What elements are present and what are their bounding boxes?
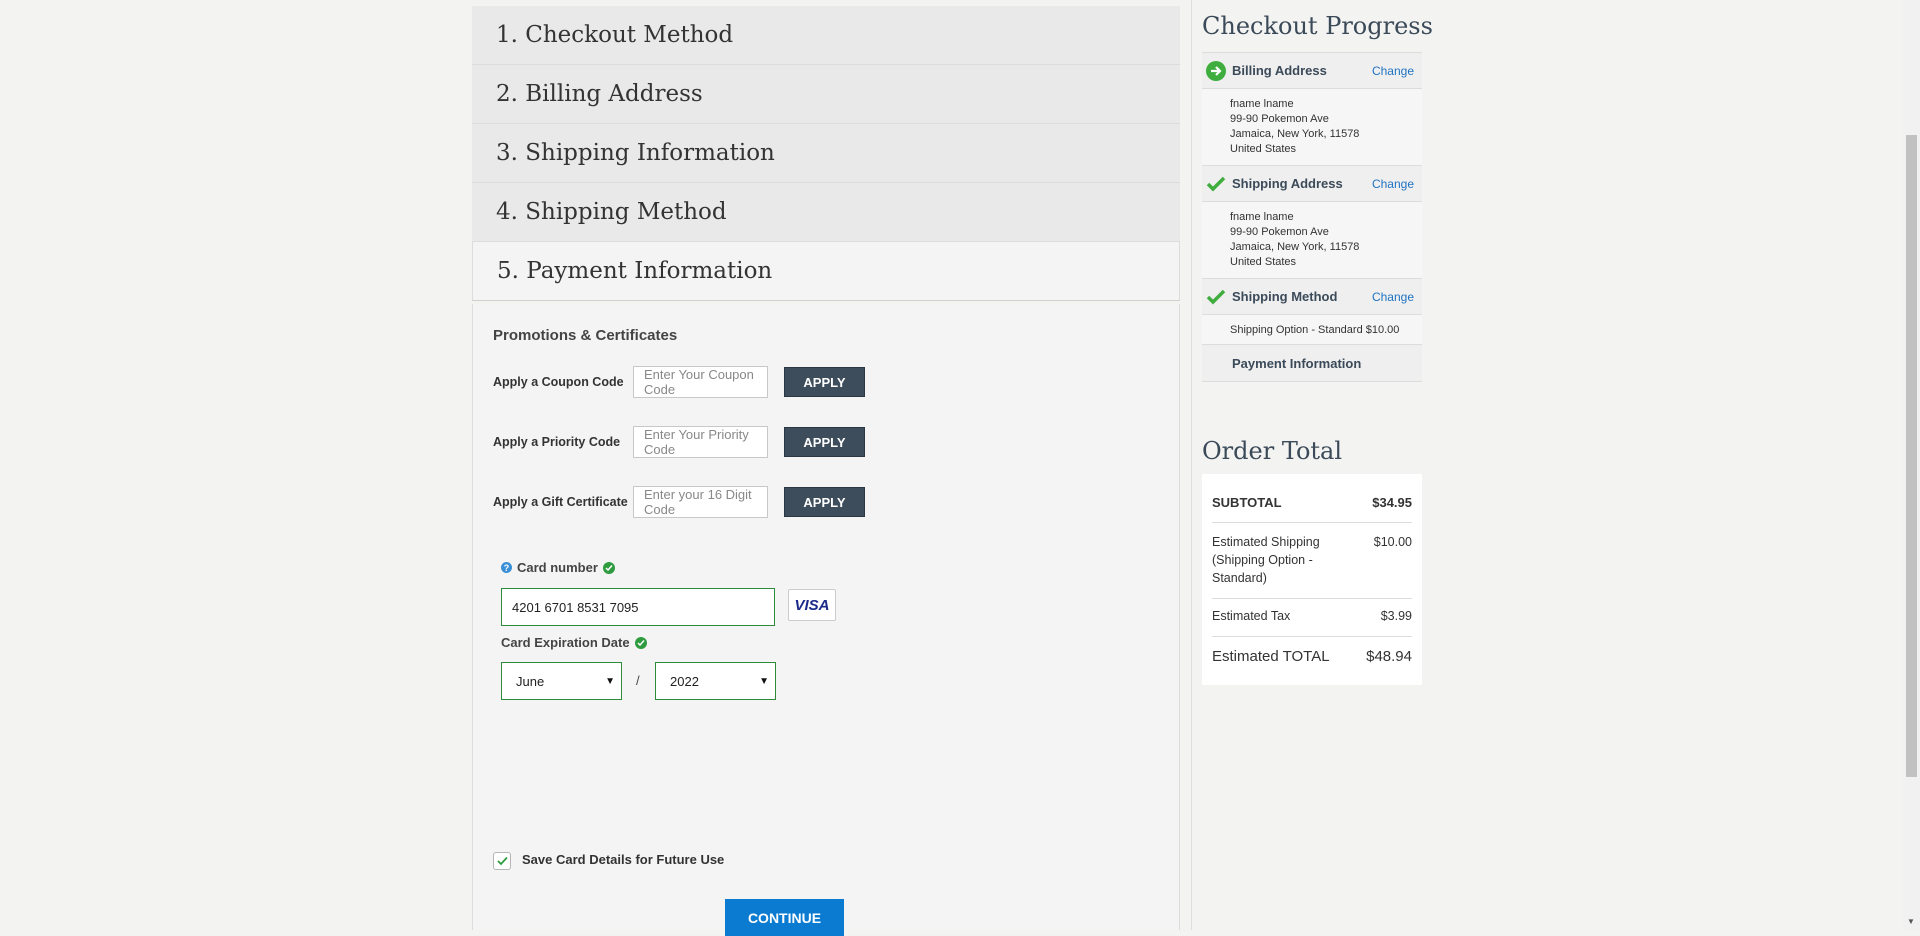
coupon-input[interactable]: Enter Your Coupon Code — [633, 366, 768, 398]
gift-label: Apply a Gift Certificate — [493, 495, 628, 509]
checkmark-icon — [496, 856, 508, 866]
change-shipping-method-link[interactable]: Change — [1372, 290, 1414, 304]
change-billing-link[interactable]: Change — [1372, 64, 1414, 78]
dropdown-arrow-icon: ▼ — [759, 676, 769, 687]
shipping-city: Jamaica, New York, 11578 — [1230, 241, 1360, 253]
payment-panel: Promotions & Certificates Apply a Coupon… — [472, 304, 1180, 936]
step-checkout-method[interactable]: 1. Checkout Method — [472, 6, 1180, 65]
expiry-year-value: 2022 — [670, 673, 699, 689]
expiry-label-group: Card Expiration Date — [501, 635, 647, 650]
scroll-down-arrow-icon[interactable]: ▼ — [1907, 917, 1915, 926]
divider — [1212, 598, 1412, 599]
progress-billing-header: Billing Address Change — [1202, 52, 1422, 88]
step-label: 3. Shipping Information — [496, 140, 775, 166]
gift-input[interactable]: Enter your 16 Digit Code — [633, 486, 768, 518]
shipping-country: United States — [1230, 256, 1297, 268]
billing-country: United States — [1230, 143, 1297, 155]
shipping-estimate-label-line2: (Shipping Option - — [1212, 553, 1313, 567]
progress-shipping-method-label: Shipping Method — [1232, 289, 1338, 304]
progress-payment-header: Payment Information — [1202, 344, 1422, 382]
progress-shipping-address-header: Shipping Address Change — [1202, 165, 1422, 201]
divider — [1212, 522, 1412, 523]
step-label: 2. Billing Address — [496, 81, 703, 107]
divider — [1212, 636, 1412, 637]
apply-coupon-button[interactable]: APPLY — [784, 367, 865, 397]
progress-billing-label: Billing Address — [1232, 63, 1327, 78]
priority-row: Apply a Priority Code Enter Your Priorit… — [493, 426, 865, 458]
progress-shipping-address-label: Shipping Address — [1232, 176, 1343, 191]
column-divider — [1191, 0, 1192, 930]
expiry-year-select[interactable]: 2022 ▼ — [655, 662, 776, 700]
checkout-progress-title: Checkout Progress — [1202, 12, 1433, 40]
billing-city: Jamaica, New York, 11578 — [1230, 128, 1360, 140]
vertical-scrollbar[interactable]: ▼ — [1903, 0, 1920, 930]
priority-label: Apply a Priority Code — [493, 435, 621, 449]
save-card-checkbox[interactable] — [493, 852, 511, 870]
shipping-estimate-value: $10.00 — [1373, 535, 1412, 549]
tax-row: Estimated Tax $3.99 — [1212, 609, 1412, 623]
step-label: 4. Shipping Method — [496, 199, 727, 225]
change-shipping-address-link[interactable]: Change — [1372, 177, 1414, 191]
step-label: 1. Checkout Method — [496, 22, 734, 48]
coupon-label: Apply a Coupon Code — [493, 375, 624, 389]
shipping-estimate-label-line3: Standard) — [1212, 571, 1267, 585]
tax-value: $3.99 — [1380, 609, 1412, 623]
subtotal-row: SUBTOTAL $34.95 — [1212, 495, 1412, 510]
step-billing-address[interactable]: 2. Billing Address — [472, 65, 1180, 124]
total-value: $48.94 — [1366, 648, 1412, 665]
expiry-month-select[interactable]: June ▼ — [501, 662, 622, 700]
subtotal-value: $34.95 — [1372, 495, 1412, 510]
total-label: Estimated TOTAL — [1212, 648, 1330, 665]
checkmark-icon — [1204, 289, 1228, 305]
help-icon[interactable]: ? — [501, 562, 512, 573]
shipping-estimate-label: Estimated Shipping (Shipping Option - St… — [1212, 533, 1332, 587]
continue-button[interactable]: CONTINUE — [725, 899, 844, 936]
total-row: Estimated TOTAL $48.94 — [1212, 648, 1412, 665]
expiry-month-value: June — [516, 673, 545, 689]
step-payment-information[interactable]: 5. Payment Information — [472, 242, 1180, 301]
tax-label: Estimated Tax — [1212, 609, 1291, 623]
expiry-separator: / — [636, 673, 640, 688]
progress-payment-label: Payment Information — [1232, 355, 1362, 371]
step-shipping-method[interactable]: 4. Shipping Method — [472, 183, 1180, 242]
check-circle-icon — [602, 561, 615, 574]
save-card-label[interactable]: Save Card Details for Future Use — [522, 852, 724, 867]
card-number-input[interactable]: 4201 6701 8531 7095 — [501, 588, 775, 626]
checkmark-icon — [1204, 176, 1228, 192]
order-total-box: SUBTOTAL $34.95 Estimated Shipping (Ship… — [1202, 474, 1422, 685]
arrow-circle-icon — [1204, 60, 1228, 81]
shipping-street: 99-90 Pokemon Ave — [1230, 226, 1329, 238]
progress-shipping-address-details: fname lname 99-90 Pokemon Ave Jamaica, N… — [1202, 201, 1422, 278]
shipping-method-detail: Shipping Option - Standard $10.00 — [1230, 324, 1400, 336]
expiry-label: Card Expiration Date — [501, 635, 630, 650]
step-label: 5. Payment Information — [497, 258, 773, 284]
promotions-title: Promotions & Certificates — [493, 327, 678, 344]
dropdown-arrow-icon: ▼ — [605, 676, 615, 687]
shipping-name: fname lname — [1230, 211, 1294, 223]
apply-priority-button[interactable]: APPLY — [784, 427, 865, 457]
progress-shipping-method-details: Shipping Option - Standard $10.00 — [1202, 314, 1422, 344]
card-number-label-group: ? Card number — [501, 560, 615, 575]
progress-shipping-method-header: Shipping Method Change — [1202, 278, 1422, 314]
subtotal-label: SUBTOTAL — [1212, 495, 1282, 510]
billing-name: fname lname — [1230, 98, 1294, 110]
apply-gift-button[interactable]: APPLY — [784, 487, 865, 517]
progress-billing-details: fname lname 99-90 Pokemon Ave Jamaica, N… — [1202, 88, 1422, 165]
gift-row: Apply a Gift Certificate Enter your 16 D… — [493, 486, 865, 518]
checkout-progress: Billing Address Change fname lname 99-90… — [1202, 52, 1422, 382]
order-total-title: Order Total — [1202, 437, 1343, 465]
card-number-label: Card number — [517, 560, 598, 575]
check-circle-icon — [634, 636, 647, 649]
visa-card-icon: VISA — [788, 589, 836, 621]
scrollbar-thumb[interactable] — [1906, 135, 1917, 777]
step-shipping-information[interactable]: 3. Shipping Information — [472, 124, 1180, 183]
shipping-estimate-label-line1: Estimated Shipping — [1212, 535, 1320, 549]
shipping-row: Estimated Shipping (Shipping Option - St… — [1212, 533, 1412, 587]
coupon-row: Apply a Coupon Code Enter Your Coupon Co… — [493, 366, 865, 398]
billing-street: 99-90 Pokemon Ave — [1230, 113, 1329, 125]
checkout-steps: 1. Checkout Method 2. Billing Address 3.… — [472, 6, 1180, 936]
priority-input[interactable]: Enter Your Priority Code — [633, 426, 768, 458]
